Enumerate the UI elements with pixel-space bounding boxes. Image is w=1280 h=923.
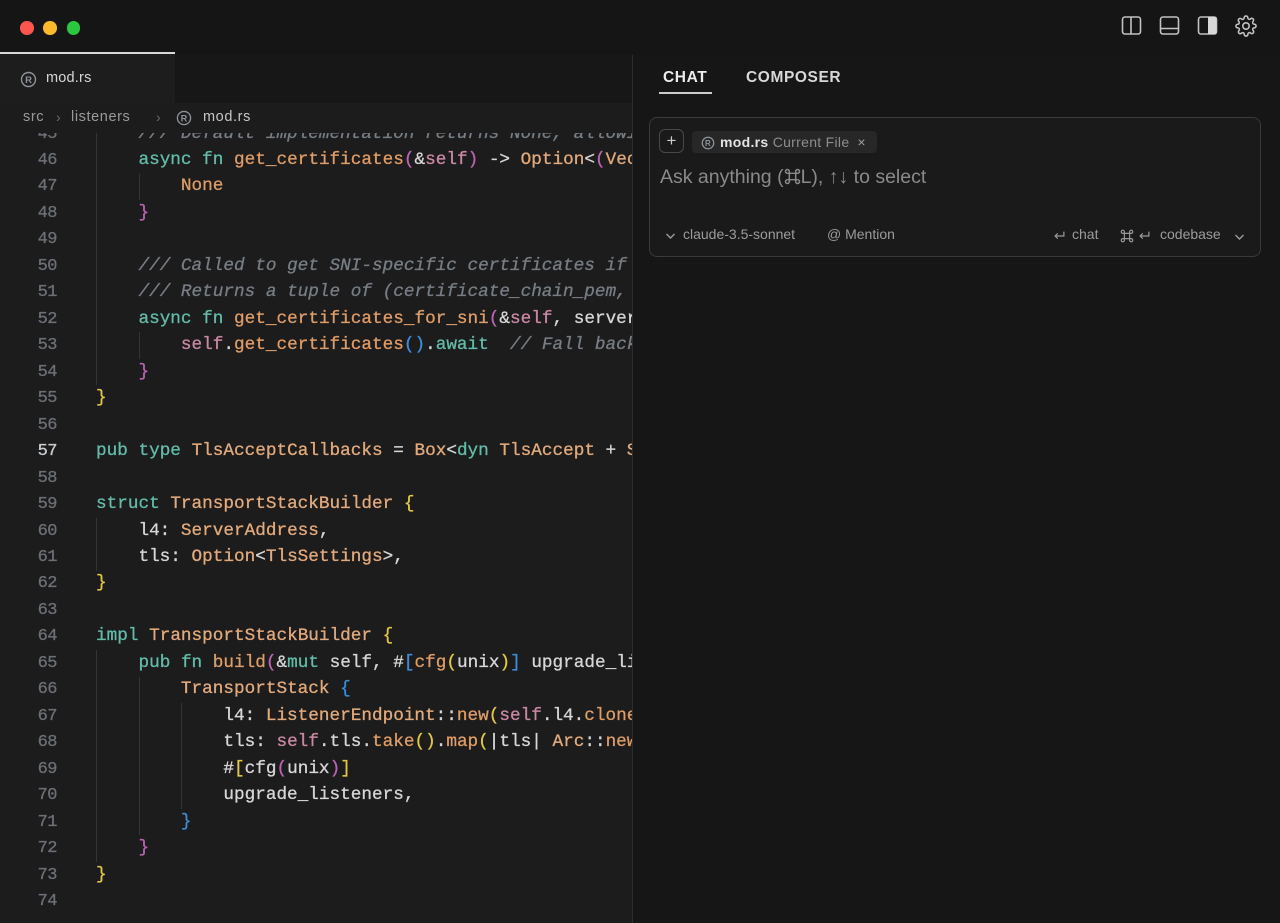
svg-text:R: R <box>25 75 32 86</box>
svg-text:R: R <box>705 139 711 148</box>
svg-text:R: R <box>181 113 188 123</box>
